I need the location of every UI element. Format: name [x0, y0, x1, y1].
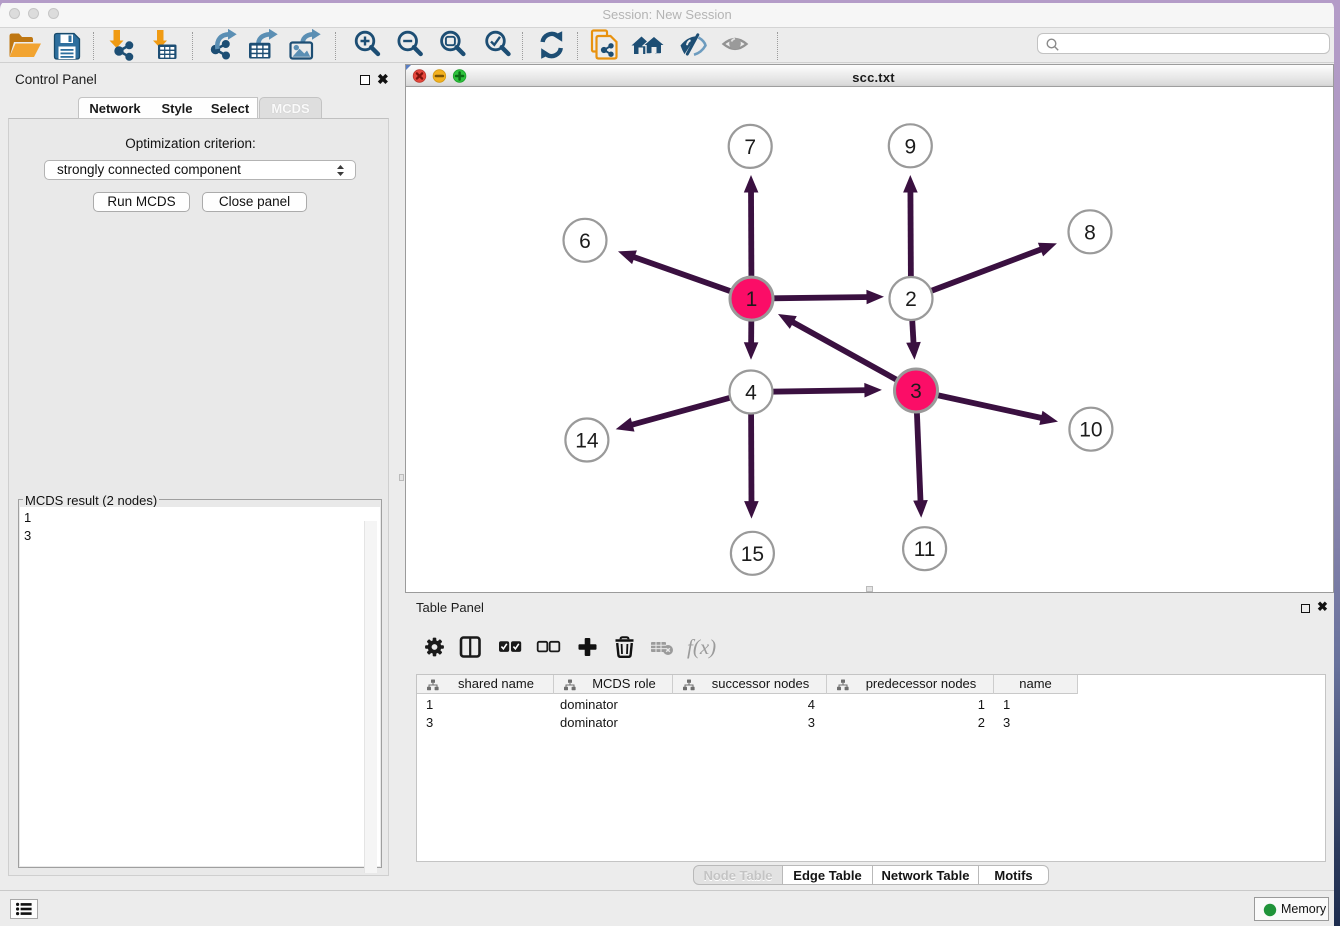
svg-text:14: 14 [575, 430, 599, 453]
svg-text:8: 8 [1084, 221, 1096, 244]
svg-text:2: 2 [905, 288, 917, 311]
svg-text:11: 11 [914, 538, 936, 561]
svg-text:f(x): f(x) [687, 635, 716, 659]
svg-text:1: 1 [746, 288, 758, 311]
svg-text:7: 7 [744, 136, 756, 159]
svg-text:15: 15 [741, 543, 764, 566]
svg-text:4: 4 [745, 382, 757, 405]
svg-text:6: 6 [579, 230, 591, 253]
svg-text:3: 3 [910, 380, 922, 403]
svg-text:9: 9 [904, 135, 916, 158]
svg-text:10: 10 [1079, 419, 1102, 442]
